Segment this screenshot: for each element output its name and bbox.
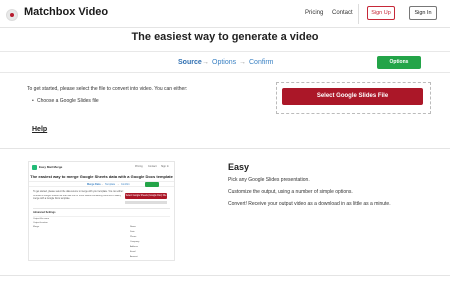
options-next-button[interactable]: Options	[377, 56, 421, 69]
preview-row-value: Date	[130, 231, 135, 233]
brand-name[interactable]: Matchbox Video	[24, 6, 108, 18]
preview-row-value: Address	[130, 246, 139, 248]
nav-divider	[358, 4, 359, 24]
preview-row-value: Name	[130, 226, 136, 228]
step-confirm[interactable]: Confirm	[249, 59, 274, 66]
preview-nav-item: Sign In	[161, 165, 169, 168]
preview-brand: Easy Mail Merge	[39, 165, 63, 169]
preview-logo-icon	[32, 165, 37, 170]
easy-heading: Easy	[228, 162, 250, 172]
preview-row-label: Output location	[33, 222, 48, 224]
preview-step: Merge Data	[87, 183, 101, 186]
preview-placeholder-bar	[125, 201, 167, 204]
intro-text: To get started, please select the file t…	[27, 86, 188, 92]
preview-select-button: Select Google Sheets (Google Doc) File	[125, 193, 167, 199]
nav-pricing-link[interactable]: Pricing	[305, 10, 323, 16]
preview-nav-item: Pricing	[135, 165, 143, 168]
preview-step: Template	[105, 183, 116, 186]
easy-step-text: Pick any Google Slides presentation.	[228, 177, 310, 183]
preview-steps: Merge Data → Template → Confirm	[29, 181, 174, 187]
choice-list-item: Choose a Google Slides file	[32, 98, 99, 104]
preview-text-line: merge with a Google Docs template.	[33, 198, 71, 200]
sign-in-button[interactable]: Sign In	[409, 6, 437, 20]
top-navbar: Matchbox Video Pricing Contact Sign Up S…	[0, 0, 450, 28]
file-select-dropzone: Select Google Slides File	[276, 82, 431, 114]
preview-step: Confirm	[121, 183, 130, 186]
select-google-slides-button[interactable]: Select Google Slides File	[282, 88, 423, 105]
preview-row-divider	[33, 216, 170, 217]
section-divider	[0, 148, 450, 149]
preview-row-label: Output file name	[33, 218, 50, 220]
nav-contact-link[interactable]: Contact	[332, 10, 353, 16]
preview-panel-header: Advanced Settings	[33, 211, 56, 214]
preview-text-line: To get started, please select the data s…	[33, 191, 124, 193]
matchbox-logo-icon[interactable]	[6, 9, 18, 21]
sign-up-button[interactable]: Sign Up	[367, 6, 395, 20]
preview-row-value: Phone	[130, 236, 137, 238]
help-link[interactable]: Help	[32, 126, 47, 133]
preview-step-arrow: →	[117, 183, 120, 186]
preview-text-line: Choose a Google Sheets file that has one…	[33, 195, 121, 197]
easy-step-text: Convert! Receive your output video as a …	[228, 201, 391, 207]
page-title: The easiest way to generate a video	[131, 31, 319, 43]
example-screenshot: Easy Mail Merge Pricing Contact Sign In …	[28, 161, 175, 261]
easy-step-text: Customize the output, using a number of …	[228, 189, 353, 195]
preview-step-arrow: →	[101, 183, 104, 186]
preview-row-value: Amount	[130, 256, 138, 258]
footer-divider	[0, 275, 450, 276]
preview-nav-item: Contact	[148, 165, 157, 168]
preview-row-value: Company	[130, 241, 140, 243]
preview-row-value: Email	[130, 251, 136, 253]
preview-title: The easiest way to merge Google Sheets d…	[30, 174, 173, 179]
step-arrow-icon: →	[239, 59, 246, 66]
preview-row-label: Merge	[33, 226, 40, 228]
step-options[interactable]: Options	[212, 59, 236, 66]
step-arrow-icon: →	[202, 59, 209, 66]
step-source[interactable]: Source	[178, 59, 202, 66]
preview-options-button	[145, 182, 159, 187]
preview-settings-panel: Advanced Settings Output file name Outpu…	[33, 208, 170, 259]
